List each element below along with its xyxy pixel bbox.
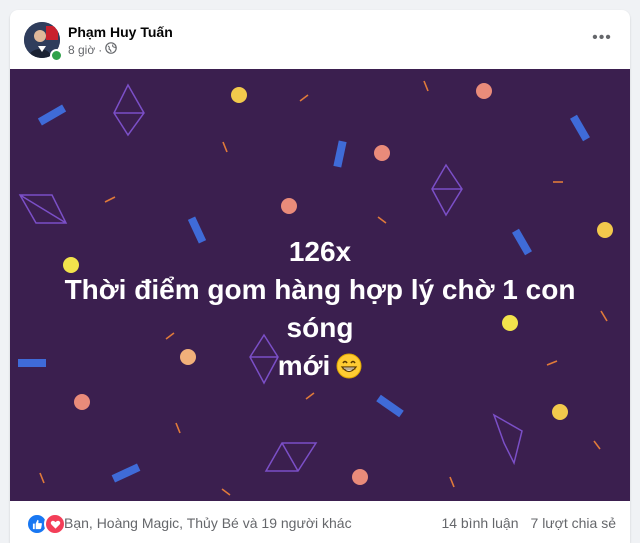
meta-separator: · [98,42,103,57]
post-card: Phạm Huy Tuấn 8 giờ · ••• 126x Thời điểm… [10,10,630,543]
post-text-line-3: mới [30,347,610,389]
shares-count[interactable]: 7 lượt chia sẻ [531,515,616,531]
post-stats: 14 bình luận 7 lượt chia sẻ [441,515,616,531]
author-name[interactable]: Phạm Huy Tuấn [68,24,173,40]
more-options-icon[interactable]: ••• [590,29,614,46]
reactions-summary[interactable]: Bạn, Hoàng Magic, Thủy Bé và 19 người kh… [64,515,352,531]
comments-count[interactable]: 14 bình luận [441,515,518,531]
post-time[interactable]: 8 giờ [68,43,95,57]
post-footer: Bạn, Hoàng Magic, Thủy Bé và 19 người kh… [10,501,630,543]
reaction-icons[interactable] [26,513,66,535]
post-text-line-3-label: mới [277,350,331,381]
public-globe-icon [105,42,118,57]
post-header: Phạm Huy Tuấn 8 giờ · ••• [10,10,630,68]
love-reaction-icon [44,513,66,535]
post-text: 126x Thời điểm gom hàng hợp lý chờ 1 con… [30,233,610,389]
post-text-line-2: Thời điểm gom hàng hợp lý chờ 1 con sóng [64,274,576,343]
grinning-face-icon [336,351,362,389]
post-background: 126x Thời điểm gom hàng hợp lý chờ 1 con… [10,69,630,501]
post-meta: 8 giờ · [68,42,118,57]
post-text-line-1: 126x [288,236,352,267]
online-status-dot [50,49,63,62]
